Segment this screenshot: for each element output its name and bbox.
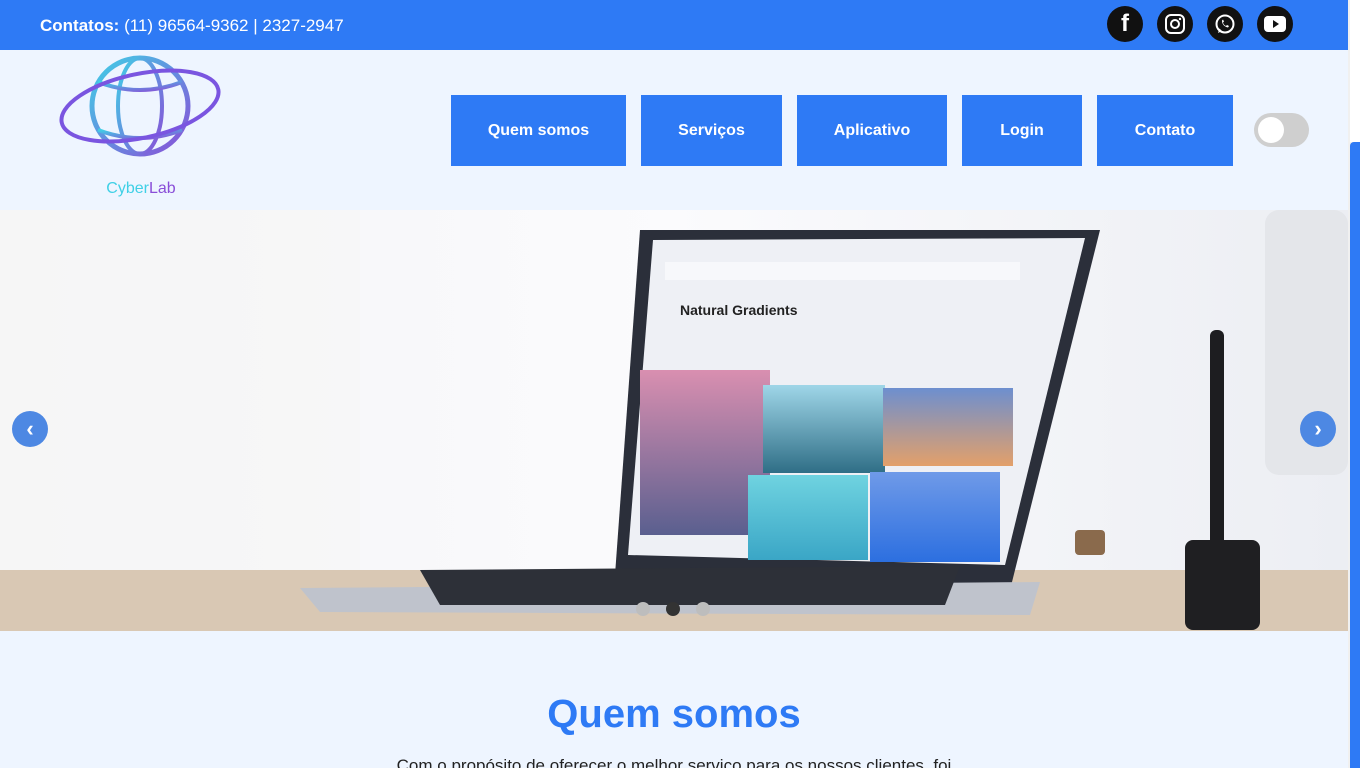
whatsapp-glyph	[1215, 14, 1235, 34]
instagram-glyph	[1165, 14, 1185, 34]
contacts-text: Contatos: (11) 96564-9362 | 2327-2947	[40, 16, 344, 36]
screen-title: Natural Gradients	[680, 302, 798, 318]
facebook-glyph: f	[1121, 10, 1129, 37]
social-links: f	[1107, 6, 1293, 42]
whatsapp-icon[interactable]	[1207, 6, 1243, 42]
hero-laptop-image: Natural Gradients	[0, 210, 1348, 631]
scrollbar-track	[1350, 0, 1360, 142]
globe-logo-icon	[59, 55, 221, 157]
carousel-dot-3[interactable]	[696, 602, 710, 616]
nav-servicos[interactable]: Serviços	[641, 95, 782, 166]
theme-toggle[interactable]	[1254, 113, 1309, 147]
page-scrollbar[interactable]	[1348, 0, 1360, 768]
logo-cyber: Cyber	[106, 180, 149, 197]
contacts-label: Contatos:	[40, 16, 120, 35]
cyberlab-logo[interactable]: CyberLab	[56, 54, 226, 204]
facebook-icon[interactable]: f	[1107, 6, 1143, 42]
nav-aplicativo[interactable]: Aplicativo	[797, 95, 947, 166]
youtube-icon[interactable]	[1257, 6, 1293, 42]
section-intro-text: Com o propósito de oferecer o melhor ser…	[396, 756, 952, 768]
carousel-dot-1[interactable]	[636, 602, 650, 616]
carousel-dot-2[interactable]	[666, 602, 680, 616]
carousel-indicators	[636, 602, 710, 616]
youtube-glyph	[1264, 16, 1286, 32]
carousel-prev-button[interactable]: ‹	[12, 411, 48, 447]
nav-quem-somos[interactable]: Quem somos	[451, 95, 626, 166]
hero-carousel: Natural Gradients ‹ ›	[0, 210, 1348, 631]
top-contact-bar: Contatos: (11) 96564-9362 | 2327-2947 f	[0, 0, 1348, 50]
logo-lab: Lab	[148, 180, 176, 197]
section-title-quem-somos: Quem somos	[547, 692, 801, 736]
instagram-icon[interactable]	[1157, 6, 1193, 42]
site-header: CyberLab Quem somos Serviços Aplicativo …	[0, 50, 1348, 210]
scrollbar-thumb[interactable]	[1350, 142, 1360, 768]
carousel-next-button[interactable]: ›	[1300, 411, 1336, 447]
nav-login[interactable]: Login	[962, 95, 1082, 166]
nav-contato[interactable]: Contato	[1097, 95, 1233, 166]
logo-wordmark: CyberLab	[56, 180, 226, 198]
contacts-phones: (11) 96564-9362 | 2327-2947	[124, 16, 344, 35]
toggle-knob	[1258, 117, 1284, 143]
